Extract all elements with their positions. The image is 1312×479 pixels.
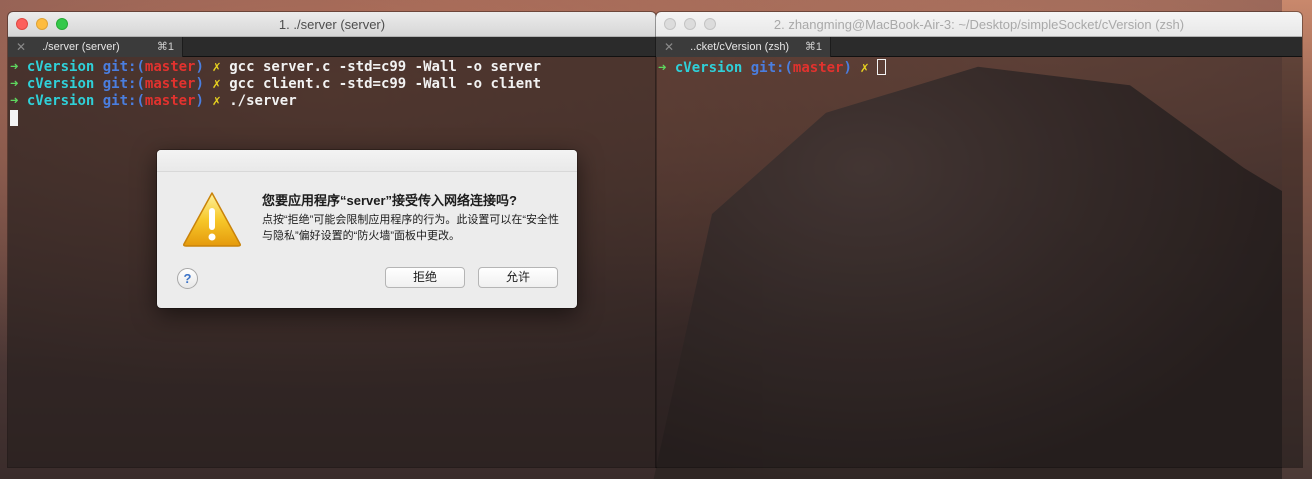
deny-button[interactable]: 拒绝 <box>385 267 465 288</box>
dialog-title: 您要应用程序“server”接受传入网络连接吗? <box>262 193 517 208</box>
prompt-arrow-icon: ➜ <box>10 76 19 92</box>
terminal-window-zsh[interactable]: 2. zhangming@MacBook-Air-3: ~/Desktop/si… <box>656 12 1302 467</box>
allow-button[interactable]: 允许 <box>478 267 558 288</box>
command-text: gcc server.c -std=c99 -Wall -o server <box>229 59 542 75</box>
prompt-paren: ) <box>195 59 204 75</box>
window-titlebar[interactable]: 1. ./server (server) <box>8 12 656 37</box>
tab-shortcut: ⌘1 <box>804 41 822 53</box>
terminal-cursor <box>877 59 887 75</box>
prompt-git: git: <box>750 60 785 76</box>
prompt-paren: ( <box>136 93 145 109</box>
prompt-git: git: <box>102 93 137 109</box>
tab-server[interactable]: ✕ ./server (server) ⌘1 <box>8 36 183 57</box>
help-icon[interactable]: ? <box>177 268 198 289</box>
dirty-mark-icon: ✗ <box>212 76 221 92</box>
prompt-dir: cVersion <box>26 59 95 75</box>
firewall-alert-dialog[interactable]: 您要应用程序“server”接受传入网络连接吗? 点按“拒绝”可能会限制应用程序… <box>157 150 577 308</box>
prompt-arrow-icon: ➜ <box>658 60 667 76</box>
prompt-paren: ) <box>843 60 852 76</box>
prompt-branch: master <box>792 60 844 76</box>
prompt-branch: master <box>144 76 196 92</box>
prompt-branch: master <box>144 93 196 109</box>
terminal-output[interactable]: ➜ cVersion git:(master) ✗ gcc server.c -… <box>8 57 656 129</box>
traffic-lights <box>664 18 716 30</box>
prompt-paren: ) <box>195 76 204 92</box>
terminal-line <box>10 110 654 127</box>
close-window-button[interactable] <box>664 18 676 30</box>
command-text: gcc client.c -std=c99 -Wall -o client <box>229 76 542 92</box>
terminal-output[interactable]: ➜ cVersion git:(master) ✗ <box>656 57 1302 78</box>
tab-label: ..cket/cVersion (zsh) <box>690 40 790 53</box>
terminal-line: ➜ cVersion git:(master) ✗ ./server <box>10 93 654 110</box>
close-icon[interactable]: ✕ <box>664 40 674 54</box>
warning-triangle-icon <box>183 192 241 247</box>
terminal-line: ➜ cVersion git:(master) ✗ gcc client.c -… <box>10 76 654 93</box>
prompt-paren: ( <box>784 60 793 76</box>
prompt-git: git: <box>102 76 137 92</box>
zoom-window-button[interactable] <box>56 18 68 30</box>
zoom-window-button[interactable] <box>704 18 716 30</box>
close-icon[interactable]: ✕ <box>16 40 26 54</box>
close-window-button[interactable] <box>16 18 28 30</box>
window-title: 2. zhangming@MacBook-Air-3: ~/Desktop/si… <box>773 16 1185 32</box>
prompt-arrow-icon: ➜ <box>10 93 19 109</box>
window-title: 1. ./server (server) <box>278 16 386 32</box>
tab-bar: ✕ ..cket/cVersion (zsh) ⌘1 <box>656 36 1302 57</box>
dirty-mark-icon: ✗ <box>212 59 221 75</box>
dialog-titlebar <box>157 150 577 172</box>
prompt-paren: ( <box>136 59 145 75</box>
dirty-mark-icon: ✗ <box>860 60 869 76</box>
tab-shortcut: ⌘1 <box>156 41 174 53</box>
dialog-message: 点按“拒绝”可能会限制应用程序的行为。此设置可以在“安全性与隐私”偏好设置的“防… <box>262 214 559 242</box>
prompt-dir: cVersion <box>26 93 95 109</box>
tab-zsh[interactable]: ✕ ..cket/cVersion (zsh) ⌘1 <box>656 36 831 57</box>
terminal-line: ➜ cVersion git:(master) ✗ gcc server.c -… <box>10 59 654 76</box>
prompt-arrow-icon: ➜ <box>10 59 19 75</box>
prompt-paren: ( <box>136 76 145 92</box>
prompt-branch: master <box>144 59 196 75</box>
command-text: ./server <box>229 93 297 109</box>
traffic-lights <box>16 18 68 30</box>
terminal-line: ➜ cVersion git:(master) ✗ <box>658 59 1300 76</box>
window-titlebar[interactable]: 2. zhangming@MacBook-Air-3: ~/Desktop/si… <box>656 12 1302 37</box>
minimize-window-button[interactable] <box>684 18 696 30</box>
tab-label: ./server (server) <box>42 40 120 53</box>
prompt-git: git: <box>102 59 137 75</box>
minimize-window-button[interactable] <box>36 18 48 30</box>
prompt-dir: cVersion <box>26 76 95 92</box>
prompt-dir: cVersion <box>674 60 743 76</box>
terminal-cursor <box>10 110 18 126</box>
dirty-mark-icon: ✗ <box>212 93 221 109</box>
tab-bar: ✕ ./server (server) ⌘1 <box>8 36 656 57</box>
prompt-paren: ) <box>195 93 204 109</box>
